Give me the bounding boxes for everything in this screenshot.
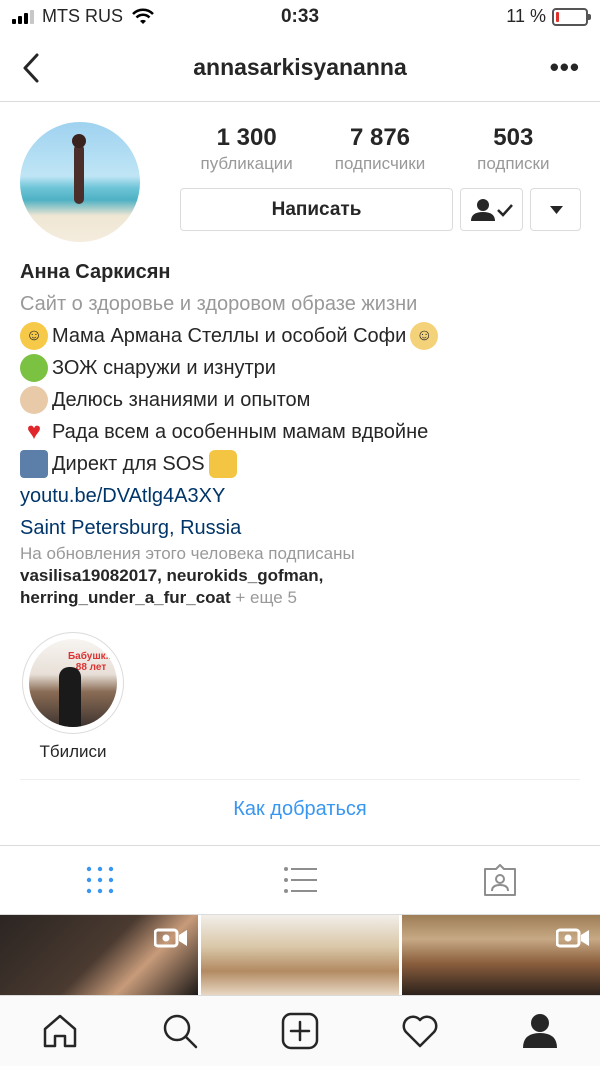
followed-by-header: На обновления этого человека подписаны	[20, 544, 355, 563]
stat-label: подписчики	[334, 154, 426, 173]
person-check-icon	[471, 199, 513, 221]
video-camera-icon	[154, 928, 187, 948]
posts-count[interactable]: 1 300 публикации	[180, 124, 313, 174]
message-button[interactable]: Написать	[180, 188, 453, 231]
following-button[interactable]	[460, 188, 523, 231]
bio-line-text: Делюсь знаниями и опытом	[52, 389, 311, 411]
post-thumbnail[interactable]	[201, 915, 399, 995]
stat-value: 7 876	[349, 124, 411, 151]
full-name: Анна Саркисян	[20, 261, 171, 283]
bio-line-text: Директ для SOS	[52, 453, 205, 475]
bio-line-text: ЗОЖ снаружи и изнутри	[52, 357, 276, 379]
woman-with-crown-icon	[20, 386, 48, 414]
tab-home[interactable]	[0, 996, 120, 1066]
folded-hands-icon	[208, 450, 237, 478]
tab-tagged[interactable]	[400, 846, 600, 914]
grid-icon	[86, 866, 114, 894]
bio-line: ☺ Мама Армана Стеллы и особой Софи ☺	[20, 320, 590, 352]
status-bar: MTS RUS 0:33 11 %	[0, 0, 600, 36]
tab-profile[interactable]	[480, 996, 600, 1066]
profile-header-bar: annasarkisyananna •••	[0, 36, 600, 102]
stat-value: 503	[493, 124, 534, 151]
highlight-cover: Бабушк... 88 лет	[29, 639, 117, 727]
bio-line: Директ для SOS	[20, 448, 590, 480]
mailbox-icon	[20, 450, 48, 478]
suggestions-dropdown-button[interactable]	[530, 188, 581, 231]
following-count[interactable]: 503 подписки	[447, 124, 580, 174]
followed-by-more: + еще 5	[230, 588, 297, 607]
profile-username: annasarkisyananna	[193, 54, 407, 80]
location-link[interactable]: Saint Petersburg, Russia	[20, 512, 590, 544]
battery-icon	[552, 7, 591, 26]
green-apple-icon	[20, 354, 48, 382]
followed-by-users: vasilisa19082017, neurokids_gofman, herr…	[20, 565, 590, 609]
tab-list[interactable]	[200, 846, 400, 914]
bio-line: Делюсь знаниями и опытом	[20, 384, 590, 416]
highlight-label: Тбилиси	[39, 742, 107, 761]
video-camera-icon	[556, 928, 589, 948]
stat-label: публикации	[200, 154, 293, 173]
followers-count[interactable]: 7 876 подписчики	[313, 124, 446, 174]
story-highlight[interactable]: Бабушк... 88 лет Тбилиси	[20, 632, 126, 762]
profile-bio: Анна Саркисян Сайт о здоровье и здоровом…	[20, 256, 590, 544]
profile-icon	[523, 1014, 557, 1048]
add-post-icon	[281, 1012, 319, 1050]
caret-down-icon	[550, 206, 563, 214]
tab-activity[interactable]	[360, 996, 480, 1066]
heart-icon	[402, 1015, 438, 1048]
list-icon	[284, 867, 317, 893]
battery-percent: 11 %	[506, 6, 546, 26]
profile-category: Сайт о здоровье и здоровом образе жизни	[20, 293, 418, 315]
search-icon	[163, 1014, 198, 1049]
baby-angel-icon: ☺	[410, 322, 439, 350]
bio-website-link[interactable]: youtu.be/DVAtlg4A3XY	[20, 480, 590, 512]
followed-by-users-line: vasilisa19082017, neurokids_gofman,	[20, 566, 324, 585]
bottom-tab-bar	[0, 995, 600, 1066]
profile-avatar[interactable]	[20, 122, 140, 242]
bio-line-text: Рада всем а особенным мамам вдвойне	[52, 421, 429, 443]
tab-new-post[interactable]	[240, 996, 360, 1066]
bio-line-text: Мама Армана Стеллы и особой Софи	[52, 325, 407, 347]
profile-view-tabs	[0, 845, 600, 915]
tab-search[interactable]	[120, 996, 240, 1066]
red-heart-icon: ♥	[26, 418, 42, 445]
divider	[20, 779, 580, 780]
tab-grid[interactable]	[0, 846, 200, 914]
highlight-ring: Бабушк... 88 лет	[22, 632, 124, 734]
home-icon	[43, 1014, 77, 1048]
tagged-photos-icon	[484, 864, 516, 896]
post-thumbnail[interactable]	[0, 915, 198, 995]
get-directions-button[interactable]: Как добраться	[0, 798, 600, 821]
more-options-button[interactable]: •••	[550, 52, 580, 83]
followed-by-users-line: herring_under_a_fur_coat	[20, 588, 231, 607]
bio-line: ♥ Рада всем а особенным мамам вдвойне	[20, 416, 590, 448]
bio-line: ЗОЖ снаружи и изнутри	[20, 352, 590, 384]
stat-value: 1 300	[216, 124, 277, 151]
posts-grid	[0, 915, 600, 995]
hugging-face-icon: ☺	[20, 322, 48, 350]
followed-by[interactable]: На обновления этого человека подписаны v…	[20, 543, 590, 609]
profile-stats: 1 300 публикации 7 876 подписчики 503 по…	[180, 124, 580, 174]
stat-label: подписки	[477, 154, 550, 173]
post-thumbnail[interactable]	[402, 915, 600, 995]
